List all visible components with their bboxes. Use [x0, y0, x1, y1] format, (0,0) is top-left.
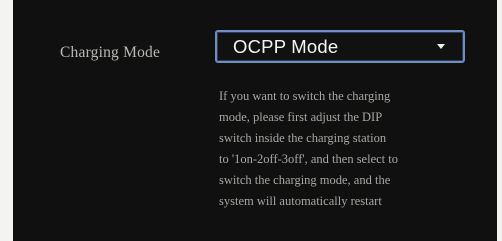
help-text-line: system will automatically restart: [219, 194, 382, 208]
charging-mode-help-text: If you want to switch the charging mode,…: [219, 86, 484, 212]
help-text-line: If you want to switch the charging: [219, 89, 391, 103]
chevron-down-icon: [437, 44, 445, 49]
help-text-line: switch inside the charging station: [219, 131, 387, 145]
help-text-line: mode, please first adjust the DIP: [219, 110, 383, 124]
help-text-line: switch the charging mode, and the: [219, 173, 391, 187]
charging-mode-select[interactable]: OCPP Mode: [215, 30, 465, 63]
settings-panel: Charging Mode OCPP Mode If you want to s…: [13, 0, 497, 241]
charging-mode-selected-value: OCPP Mode: [233, 36, 339, 57]
charging-mode-label: Charging Mode: [60, 44, 161, 61]
help-text-line: to '1on-2off-3off', and then select to: [219, 152, 398, 166]
